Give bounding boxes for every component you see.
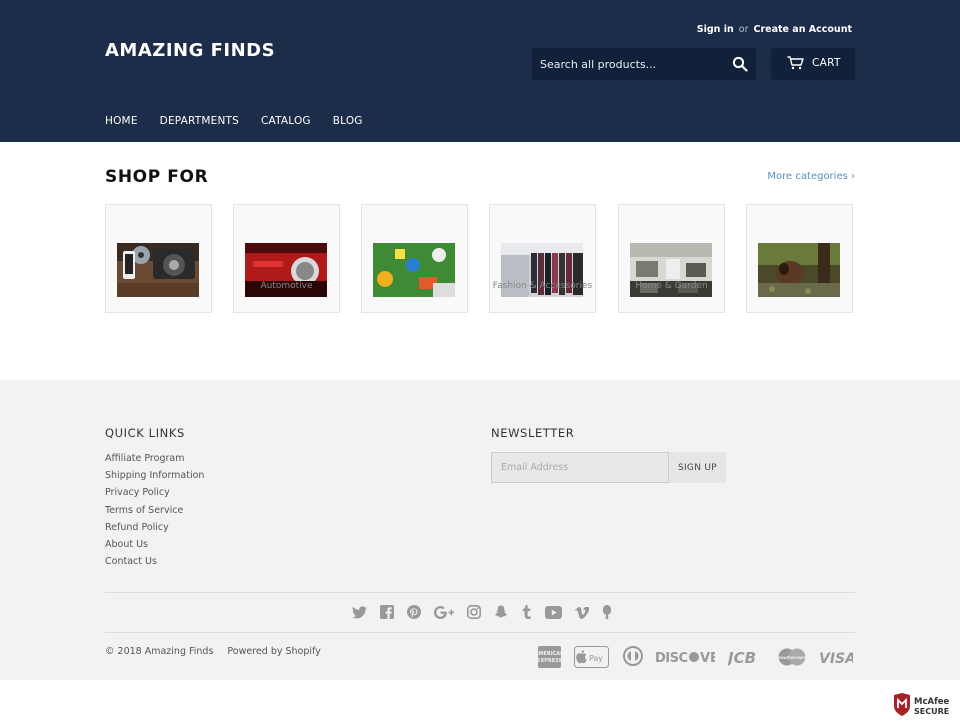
search-icon[interactable] (732, 56, 748, 72)
nav-item-home[interactable]: HOME (105, 115, 138, 127)
account-links: Sign in or Create an Account (697, 24, 852, 35)
mcafee-secure-badge[interactable]: McAfee SECURE (892, 692, 958, 718)
visa-icon: VISA (819, 646, 856, 672)
email-field[interactable] (491, 452, 669, 483)
more-categories-link[interactable]: More categories › (767, 171, 855, 182)
category-label: Home & Garden (635, 281, 708, 291)
quick-links-heading: QUICK LINKS (105, 426, 185, 440)
svg-text:EXPRESS: EXPRESS (538, 658, 561, 664)
cart-label: CART (812, 57, 841, 69)
google-plus-icon[interactable] (434, 604, 455, 623)
svg-text:SECURE: SECURE (914, 707, 949, 716)
category-tile[interactable] (746, 204, 853, 313)
footer-link-contact[interactable]: Contact Us (105, 556, 157, 567)
svg-text:VISA: VISA (819, 651, 853, 667)
category-grid: Automotive Fashion & Accessories Home & … (105, 204, 855, 314)
search-form (532, 48, 756, 80)
search-input[interactable] (532, 48, 730, 80)
instagram-icon[interactable] (467, 604, 482, 623)
quick-links-list: Affiliate Program Shipping Information P… (105, 453, 204, 573)
apple-pay-icon: Pay (574, 646, 609, 672)
social-links (352, 603, 620, 619)
category-tile[interactable] (361, 204, 468, 313)
main-nav: HOME DEPARTMENTS CATALOG BLOG (105, 115, 385, 127)
electronics-image (117, 243, 199, 297)
nav-item-departments[interactable]: DEPARTMENTS (160, 115, 239, 127)
vimeo-icon[interactable] (574, 604, 590, 623)
newsletter-heading: NEWSLETTER (491, 426, 575, 440)
svg-text:JCB: JCB (728, 649, 756, 667)
pinterest-icon[interactable] (407, 604, 422, 623)
apple-pay-text: Pay (589, 654, 603, 663)
svg-text:VER: VER (700, 651, 715, 666)
footer-link-about[interactable]: About Us (105, 539, 148, 550)
signup-button[interactable]: SIGN UP (669, 452, 726, 483)
pets-image (758, 243, 840, 297)
category-tile[interactable]: Fashion & Accessories (489, 204, 596, 313)
cart-button[interactable]: CART (771, 48, 855, 80)
divider (105, 592, 855, 593)
copyright-text: © 2018 Amazing Finds (105, 646, 214, 657)
site-footer: QUICK LINKS Affiliate Program Shipping I… (0, 380, 960, 680)
svg-text:DISC: DISC (655, 651, 688, 666)
discover-icon: DISC VER (655, 646, 729, 672)
section-title: SHOP FOR (105, 167, 209, 187)
facebook-icon[interactable] (380, 604, 395, 623)
footer-link-affiliate[interactable]: Affiliate Program (105, 453, 184, 464)
diners-club-icon (623, 646, 643, 670)
footer-link-privacy[interactable]: Privacy Policy (105, 487, 170, 498)
nav-item-catalog[interactable]: CATALOG (261, 115, 311, 127)
nav-item-blog[interactable]: BLOG (333, 115, 363, 127)
cart-icon (787, 56, 804, 73)
sign-in-link[interactable]: Sign in (697, 24, 734, 35)
amex-icon: AMERICANEXPRESS (535, 646, 564, 672)
site-logo[interactable]: AMAZING FINDS (105, 40, 275, 61)
category-tile[interactable]: Home & Garden (618, 204, 725, 313)
snapchat-icon[interactable] (494, 604, 508, 623)
category-label: Automotive (260, 281, 313, 291)
site-header: AMAZING FINDS Sign in or Create an Account… (0, 0, 960, 142)
youtube-icon[interactable] (544, 604, 562, 623)
svg-text:AMERICAN: AMERICAN (538, 651, 561, 657)
category-tile[interactable]: Automotive (233, 204, 340, 313)
or-separator: or (738, 24, 749, 35)
copyright: © 2018 Amazing Finds Powered by Shopify (105, 646, 321, 657)
toys-image (373, 243, 455, 297)
fancy-icon[interactable] (602, 604, 612, 623)
twitter-icon[interactable] (352, 604, 367, 623)
svg-text:McAfee: McAfee (914, 697, 950, 707)
footer-link-refund[interactable]: Refund Policy (105, 522, 169, 533)
create-account-link[interactable]: Create an Account (754, 24, 853, 35)
tumblr-icon[interactable] (522, 604, 532, 623)
category-label: Fashion & Accessories (492, 281, 593, 291)
footer-link-shipping[interactable]: Shipping Information (105, 470, 204, 481)
footer-link-terms[interactable]: Terms of Service (105, 505, 183, 516)
svg-text:mastercard: mastercard (778, 655, 806, 661)
divider (105, 632, 855, 633)
powered-by-link[interactable]: Powered by Shopify (227, 646, 320, 657)
category-tile[interactable] (105, 204, 212, 313)
jcb-icon: JCB (725, 646, 766, 672)
mastercard-icon: mastercard (778, 646, 806, 672)
